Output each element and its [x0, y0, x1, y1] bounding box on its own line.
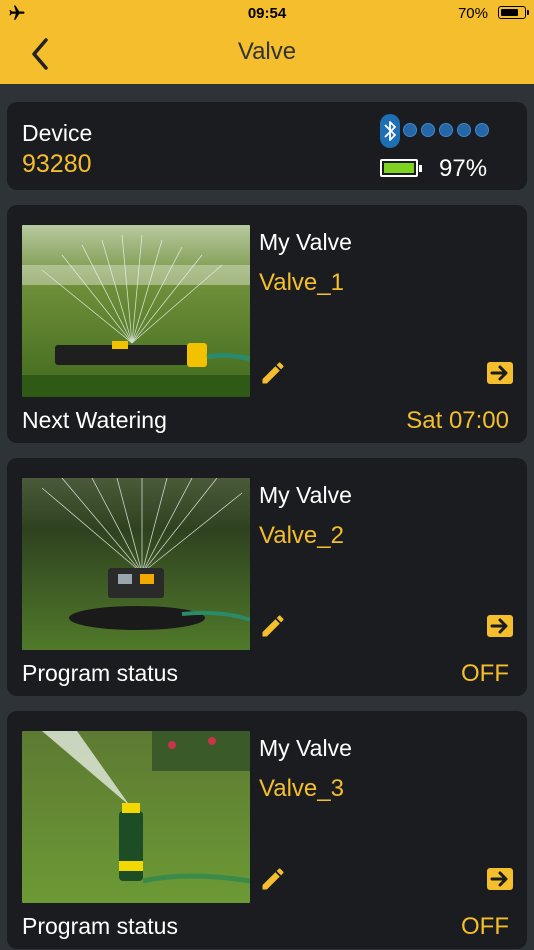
bluetooth-icon: [380, 114, 400, 148]
valve-photo: [22, 478, 250, 650]
signal-dot: [403, 123, 417, 137]
device-id: 93280: [22, 150, 92, 178]
valve-card-2[interactable]: My Valve Valve_2 Program status OFF: [7, 458, 527, 696]
valve-status-label: Next Watering: [22, 407, 167, 433]
valve-status-label: Program status: [22, 660, 178, 686]
valve-name: Valve_2: [259, 522, 344, 549]
edit-pencil-icon[interactable]: [259, 865, 287, 893]
device-card: Device 93280 97%: [7, 102, 527, 190]
valve-photo: [22, 731, 250, 903]
signal-dot: [457, 123, 471, 137]
status-time: 09:54: [247, 5, 287, 22]
open-valve-arrow-icon[interactable]: [486, 614, 514, 638]
device-battery-icon: [380, 159, 422, 177]
valve-status-value: OFF: [461, 660, 509, 687]
open-valve-arrow-icon[interactable]: [486, 867, 514, 891]
edit-pencil-icon[interactable]: [259, 359, 287, 387]
signal-strength-dots: [403, 123, 489, 139]
valve-name: Valve_3: [259, 775, 344, 802]
top-bar: 09:54 70% Valve: [0, 0, 534, 84]
valve-status-value: OFF: [461, 913, 509, 940]
signal-dot: [421, 123, 435, 137]
edit-pencil-icon[interactable]: [259, 612, 287, 640]
status-battery-percent: 70%: [457, 5, 488, 22]
page-title: Valve: [237, 38, 297, 65]
device-battery-percent: 97%: [439, 155, 488, 182]
valve-photo: [22, 225, 250, 397]
open-valve-arrow-icon[interactable]: [486, 361, 514, 385]
valve-status-label: Program status: [22, 913, 178, 939]
valve-title: My Valve: [259, 735, 352, 761]
valve-title: My Valve: [259, 482, 352, 508]
valve-status-value: Sat 07:00: [406, 407, 509, 434]
signal-dot: [475, 123, 489, 137]
valve-name: Valve_1: [259, 269, 344, 296]
valve-card-3[interactable]: My Valve Valve_3 Program status OFF: [7, 711, 527, 949]
status-bar: 09:54 70%: [0, 0, 534, 28]
valve-card-1[interactable]: My Valve Valve_1 Next Watering Sat 07:00: [7, 205, 527, 443]
device-label: Device: [22, 120, 93, 146]
status-battery-icon: [498, 6, 529, 19]
signal-dot: [439, 123, 453, 137]
valve-title: My Valve: [259, 229, 352, 255]
